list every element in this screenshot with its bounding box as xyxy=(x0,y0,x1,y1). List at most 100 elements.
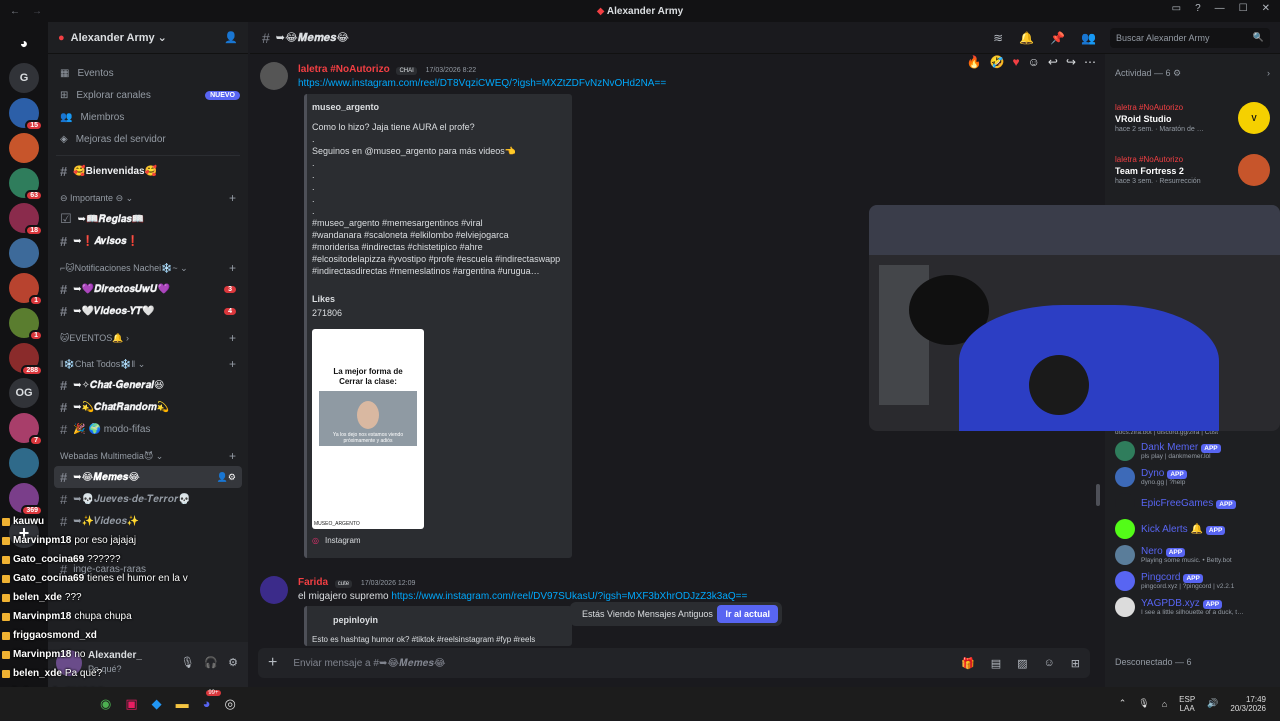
close-icon[interactable]: ✕ xyxy=(1262,3,1270,14)
avatar[interactable] xyxy=(1115,545,1135,565)
language-indicator[interactable]: ESP LAA xyxy=(1179,695,1195,713)
channel-chat-random[interactable]: # ➥💫𝑪𝒉𝒂𝒕𝑹𝒂𝒏𝒅𝒐𝒎💫 xyxy=(54,396,242,418)
channel-memes[interactable]: # ➥😂𝑴𝒆𝒎𝒆𝒔😂 👤⚙ xyxy=(54,466,242,488)
pin-icon[interactable]: 📌 xyxy=(1050,31,1065,45)
avatar[interactable] xyxy=(260,62,288,90)
avatar[interactable] xyxy=(1115,571,1135,591)
category-eventos[interactable]: 🐱EVENTOS🔔 › + xyxy=(48,328,248,348)
inbox-icon[interactable]: ▭ xyxy=(1172,3,1181,14)
discord-taskbar-icon[interactable]: ◕ 99+ xyxy=(203,689,221,712)
category-nachei[interactable]: ⌐🐱Notificaciones Nachei❄️~ ⌄ + xyxy=(48,258,248,278)
category-importante[interactable]: ⊖ Importante ⊖ ⌄ + xyxy=(48,188,248,208)
emoji-icon[interactable]: ☺ xyxy=(1044,657,1055,670)
server-icon[interactable]: 7 xyxy=(9,413,43,446)
channel-directos[interactable]: # ➥💜𝑫𝒊𝒓𝒆𝒄𝒕𝒐𝒔𝑼𝒘𝑼💜 3 xyxy=(54,278,242,300)
channel-avisos[interactable]: # ➥❗𝑨𝒗𝒊𝒔𝒐𝒔❗ xyxy=(54,230,242,252)
maximize-icon[interactable]: ☐ xyxy=(1239,3,1248,14)
avatar[interactable] xyxy=(1115,519,1135,539)
heart-icon[interactable]: ♥ xyxy=(1012,55,1019,69)
settings-gear-icon[interactable]: 👤⚙ xyxy=(217,472,236,483)
embed-title[interactable]: pepinloyin xyxy=(333,615,378,625)
invite-people-icon[interactable]: 👤 xyxy=(224,31,238,44)
gif-icon[interactable]: ▤ xyxy=(991,657,1001,670)
network-icon[interactable]: ⌂ xyxy=(1162,699,1167,709)
gift-icon[interactable]: 🎁 xyxy=(961,657,975,670)
nav-eventos[interactable]: ▦ Eventos xyxy=(48,62,248,84)
add-channel-icon[interactable]: + xyxy=(229,191,236,205)
app-icon[interactable]: ◆ xyxy=(152,696,162,712)
minimize-icon[interactable]: — xyxy=(1215,3,1225,14)
discord-home-icon[interactable]: ◕ xyxy=(9,28,39,58)
channel-jueves-de-terror[interactable]: # ➥💀𝑱𝒖𝒆𝒗𝒆𝒔-𝒅𝒆-𝑻𝒆𝒓𝒓𝒐𝒓💀 xyxy=(54,488,242,510)
chevron-up-icon[interactable]: ⌃ xyxy=(1119,698,1127,709)
member-item[interactable]: Dank Memer APP pls play | dankmemer.lol xyxy=(1105,438,1280,464)
clock[interactable]: 17:49 20/3/2026 xyxy=(1230,695,1266,713)
channel-chat-general[interactable]: # ➥✧𝑪𝒉𝒂𝒕-𝑮𝒆𝒏𝒆𝒓𝒂𝒍😆 xyxy=(54,374,242,396)
channel-videos-yt[interactable]: # ➥🤍𝑽𝒊𝒅𝒆𝒐𝒔-𝒀𝑻🤍 4 xyxy=(54,300,242,322)
server-icon[interactable]: 1 xyxy=(9,308,43,341)
member-item[interactable]: Dyno APP dyno.gg | ?help xyxy=(1105,464,1280,490)
server-icon[interactable]: 369 xyxy=(9,483,43,516)
avatar[interactable] xyxy=(1115,441,1135,461)
search-input[interactable]: Buscar Alexander Army 🔍 xyxy=(1110,27,1270,48)
forward-icon[interactable]: ↪ xyxy=(1066,55,1076,69)
embed-title[interactable]: museo_argento xyxy=(312,102,379,112)
server-icon[interactable]: 15 xyxy=(9,98,43,131)
jump-to-present-button[interactable]: Ir al actual xyxy=(717,605,778,623)
nav-mejoras[interactable]: ◈ Mejoras del servidor xyxy=(48,128,248,150)
embed-thumbnail[interactable]: La mejor forma de Cerrar la clase: Ya lo… xyxy=(312,329,424,529)
member-item[interactable]: Nero APP Playing some music. • Betty.bot xyxy=(1105,542,1280,568)
folder-icon[interactable]: ▬ xyxy=(176,696,189,712)
activity-card[interactable]: laletra #NoAutorizo Team Fortress 2 hace… xyxy=(1105,144,1280,196)
member-item[interactable]: YAGPDB.xyz APP I see a little silhouette o… xyxy=(1105,594,1280,620)
add-channel-icon[interactable]: + xyxy=(229,331,236,345)
server-icon[interactable] xyxy=(9,238,39,268)
message-author[interactable]: laletra #NoAutorizo xyxy=(298,64,390,75)
apps-icon[interactable]: ⊞ xyxy=(1071,657,1080,670)
reply-icon[interactable]: ↩ xyxy=(1048,55,1058,69)
more-icon[interactable]: ⋯ xyxy=(1084,55,1096,69)
member-item[interactable]: EpicFreeGames APP xyxy=(1105,490,1280,516)
scrollbar-thumb[interactable] xyxy=(1096,484,1100,506)
sticker-icon[interactable]: ▨ xyxy=(1017,657,1027,670)
obs-icon[interactable]: ◎ xyxy=(225,696,236,712)
member-list-icon[interactable]: 👥 xyxy=(1081,31,1096,45)
reaction-icon[interactable]: 🤣 xyxy=(990,55,1005,69)
server-icon[interactable]: G xyxy=(9,63,39,93)
member-item[interactable]: Pingcord APP pingcord.xyz | ?pingcord | v2… xyxy=(1105,568,1280,594)
server-icon[interactable]: 288 xyxy=(9,343,43,376)
threads-icon[interactable]: ≋ xyxy=(993,31,1003,45)
help-icon[interactable]: ? xyxy=(1195,3,1201,14)
server-icon[interactable] xyxy=(9,448,39,478)
add-reaction-icon[interactable]: ☺ xyxy=(1028,55,1040,69)
avatar[interactable] xyxy=(1115,493,1135,513)
nav-miembros[interactable]: 👥 Miembros xyxy=(48,106,248,128)
avatar[interactable] xyxy=(260,576,288,604)
avatar[interactable] xyxy=(1115,597,1135,617)
reaction-icon[interactable]: 🔥 xyxy=(967,55,982,69)
message-composer[interactable]: + Enviar mensaje a #➥😂𝑴𝒆𝒎𝒆𝒔😂 🎁 ▤ ▨ ☺ ⊞ xyxy=(258,648,1090,678)
server-icon[interactable]: 1 xyxy=(9,273,43,306)
volume-icon[interactable]: 🔊 xyxy=(1207,698,1218,709)
channel-modo-fifas[interactable]: # 🎉 🌍 modo-fifas xyxy=(54,418,242,440)
server-icon[interactable]: 18 xyxy=(9,203,43,236)
add-channel-icon[interactable]: + xyxy=(229,261,236,275)
nav-explorar-canales[interactable]: ⊞ Explorar canales NUEVO xyxy=(48,84,248,106)
category-webadas[interactable]: Webadas Multimedia😈 ⌄ + xyxy=(48,446,248,466)
avatar[interactable] xyxy=(1115,467,1135,487)
bell-icon[interactable]: 🔔 xyxy=(1019,31,1034,45)
app-icon[interactable]: ▣ xyxy=(125,696,137,712)
add-channel-icon[interactable]: + xyxy=(229,449,236,463)
channel-reglas[interactable]: ☑ ➥📖𝑹𝒆𝒈𝒍𝒂𝒔📖 xyxy=(54,208,242,230)
server-header[interactable]: ● Alexander Army ⌄ 👤 xyxy=(48,22,248,54)
add-attachment-icon[interactable]: + xyxy=(268,654,277,672)
category-chat-todos[interactable]: ‖❄️Chat Todos❄️‖ ⌄ + xyxy=(48,354,248,374)
activity-card[interactable]: laletra #NoAutorizo VRoid Studio hace 2 … xyxy=(1105,92,1280,144)
message-author[interactable]: Farida xyxy=(298,577,328,588)
mic-tray-icon[interactable]: 🎙 xyxy=(1138,698,1149,709)
channel-bienvenidas[interactable]: # 🥰Bienvenidas🥰 xyxy=(54,160,242,182)
chrome-icon[interactable]: ◉ xyxy=(100,696,111,712)
server-icon[interactable]: OG xyxy=(9,378,39,408)
server-icon[interactable] xyxy=(9,133,39,163)
add-channel-icon[interactable]: + xyxy=(229,357,236,371)
